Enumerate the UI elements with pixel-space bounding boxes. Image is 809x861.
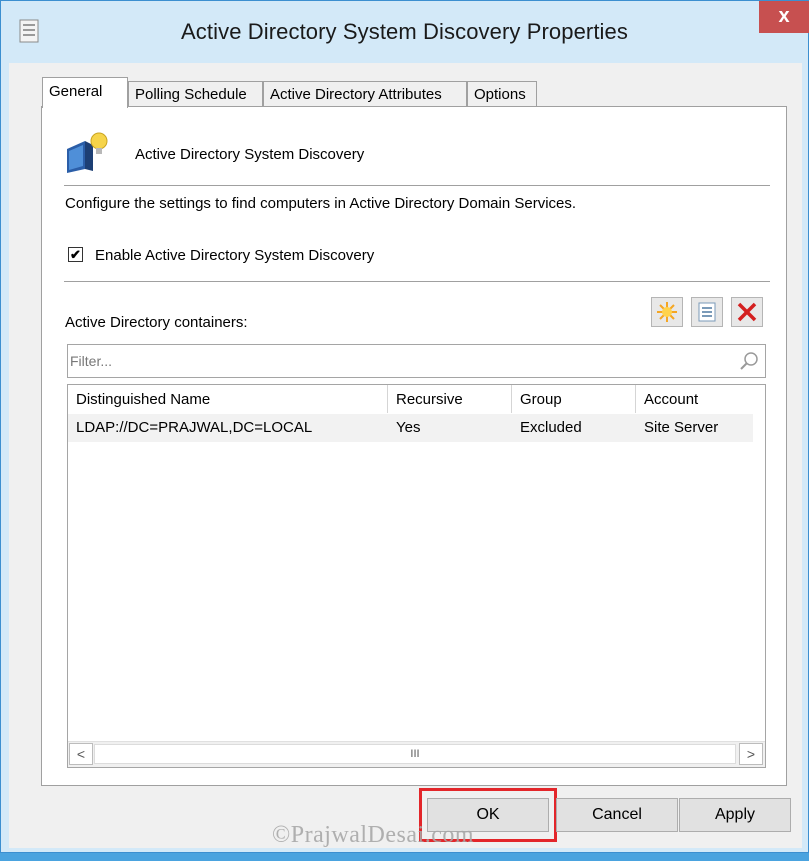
column-header-group[interactable]: Group bbox=[512, 385, 636, 413]
new-starburst-icon bbox=[657, 302, 677, 322]
containers-list[interactable]: Distinguished Name Recursive Group Accou… bbox=[67, 384, 766, 768]
cell-recursive: Yes bbox=[396, 419, 421, 436]
cancel-button[interactable]: Cancel bbox=[556, 798, 678, 832]
tab-general[interactable]: General bbox=[42, 77, 128, 108]
filter-box[interactable] bbox=[67, 344, 766, 378]
watermark-text: ©PrajwalDesai.com bbox=[272, 822, 475, 848]
apply-button[interactable]: Apply bbox=[679, 798, 791, 832]
column-header-recursive[interactable]: Recursive bbox=[388, 385, 512, 413]
column-header-account[interactable]: Account bbox=[636, 385, 765, 413]
delete-x-icon bbox=[737, 302, 757, 322]
enable-discovery-checkbox[interactable]: ✔ bbox=[68, 247, 83, 262]
search-icon[interactable] bbox=[739, 351, 759, 371]
description-text: Configure the settings to find computers… bbox=[65, 195, 577, 212]
close-icon: x bbox=[778, 5, 790, 27]
separator bbox=[64, 185, 770, 186]
cell-distinguished-name: LDAP://DC=PRAJWAL,DC=LOCAL bbox=[76, 419, 313, 436]
horizontal-scrollbar[interactable]: < III > bbox=[68, 741, 765, 767]
delete-container-button[interactable] bbox=[731, 297, 763, 327]
tab-polling-schedule[interactable]: Polling Schedule bbox=[128, 81, 263, 107]
close-button[interactable]: x bbox=[759, 1, 809, 33]
tab-active-directory-attributes[interactable]: Active Directory Attributes bbox=[263, 81, 467, 107]
filter-input[interactable] bbox=[70, 347, 720, 375]
properties-button[interactable] bbox=[691, 297, 723, 327]
list-header: Distinguished Name Recursive Group Accou… bbox=[68, 385, 765, 413]
discovery-heading: Active Directory System Discovery bbox=[135, 146, 365, 163]
scroll-right-button[interactable]: > bbox=[739, 743, 763, 765]
discovery-icon bbox=[67, 132, 108, 173]
dialog-client: General Polling Schedule Active Director… bbox=[9, 63, 802, 848]
cell-group: Excluded bbox=[520, 419, 582, 436]
properties-icon bbox=[698, 302, 716, 322]
separator bbox=[64, 281, 770, 282]
tab-options[interactable]: Options bbox=[467, 81, 537, 107]
containers-label: Active Directory containers: bbox=[65, 314, 248, 331]
new-container-button[interactable] bbox=[651, 297, 683, 327]
table-row[interactable]: LDAP://DC=PRAJWAL,DC=LOCAL Yes Excluded … bbox=[68, 414, 753, 442]
cell-account: Site Server bbox=[644, 419, 719, 436]
scroll-thumb[interactable]: III bbox=[94, 744, 736, 764]
general-tab-panel: Active Directory System Discovery Config… bbox=[41, 106, 787, 786]
dialog-window: Active Directory System Discovery Proper… bbox=[0, 0, 809, 853]
scroll-left-button[interactable]: < bbox=[69, 743, 93, 765]
enable-discovery-label[interactable]: Enable Active Directory System Discovery bbox=[95, 247, 374, 264]
column-header-distinguished-name[interactable]: Distinguished Name bbox=[68, 385, 388, 413]
title-bar[interactable]: Active Directory System Discovery Proper… bbox=[1, 1, 809, 63]
window-title: Active Directory System Discovery Proper… bbox=[181, 19, 628, 44]
